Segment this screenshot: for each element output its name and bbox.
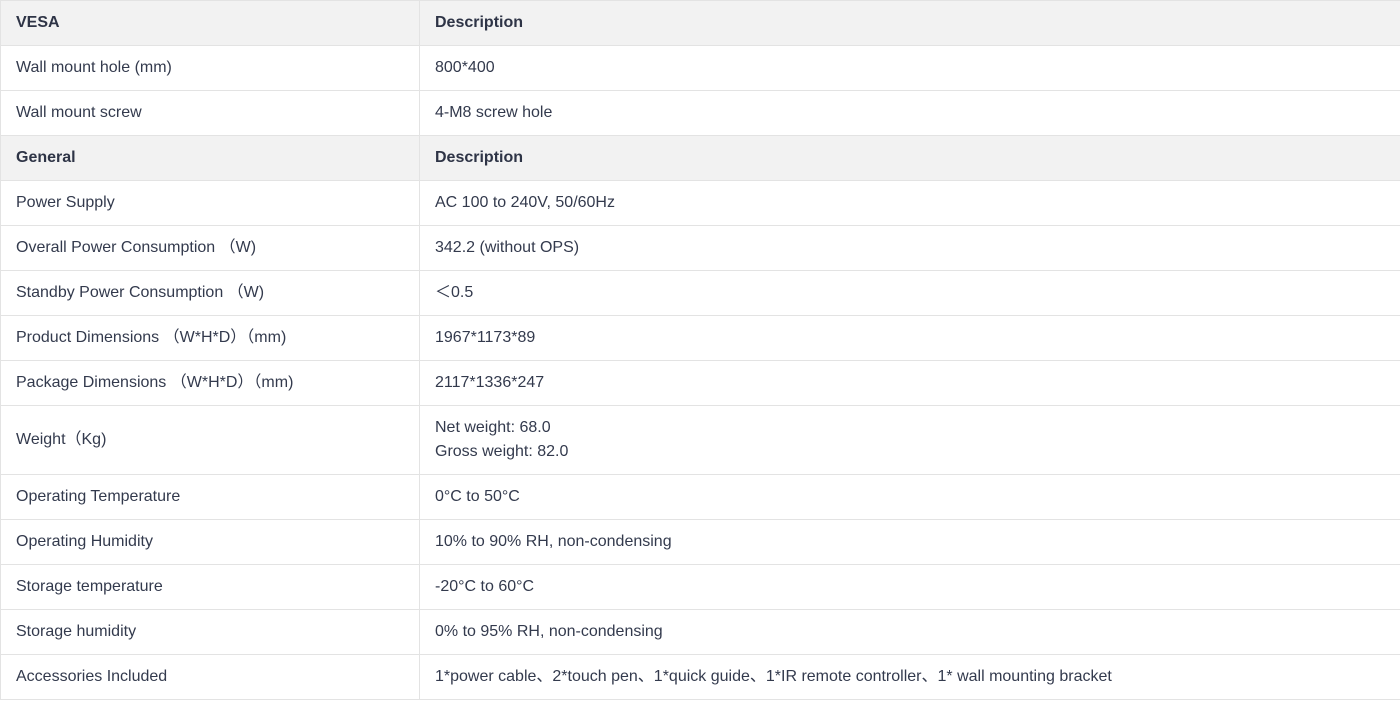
row-label: Operating Temperature — [0, 474, 420, 520]
table-row: Wall mount hole (mm) 800*400 — [0, 45, 1400, 91]
row-label: Power Supply — [0, 180, 420, 226]
row-value: 342.2 (without OPS) — [419, 225, 1400, 271]
row-label: Product Dimensions （W*H*D）（mm) — [0, 315, 420, 361]
row-label: Package Dimensions （W*H*D）（mm) — [0, 360, 420, 406]
section-header-general: General Description — [0, 135, 1400, 181]
row-label: Operating Humidity — [0, 519, 420, 565]
table-row: Accessories Included 1*power cable、2*tou… — [0, 654, 1400, 700]
row-label: Wall mount hole (mm) — [0, 45, 420, 91]
section-header-vesa: VESA Description — [0, 0, 1400, 46]
row-value: AC 100 to 240V, 50/60Hz — [419, 180, 1400, 226]
header-description: Description — [419, 0, 1400, 46]
row-label: Weight（Kg) — [0, 405, 420, 475]
table-row: Weight（Kg) Net weight: 68.0 Gross weight… — [0, 405, 1400, 475]
row-value: 2117*1336*247 — [419, 360, 1400, 406]
row-label: Overall Power Consumption （W) — [0, 225, 420, 271]
row-value: 4-M8 screw hole — [419, 90, 1400, 136]
header-description: Description — [419, 135, 1400, 181]
row-label: Storage humidity — [0, 609, 420, 655]
spec-table: VESA Description Wall mount hole (mm) 80… — [0, 0, 1400, 700]
row-value: 1967*1173*89 — [419, 315, 1400, 361]
table-row: Operating Temperature 0°C to 50°C — [0, 474, 1400, 520]
row-value: 1*power cable、2*touch pen、1*quick guide、… — [419, 654, 1400, 700]
table-row: Overall Power Consumption （W) 342.2 (wit… — [0, 225, 1400, 271]
row-value: 0% to 95% RH, non-condensing — [419, 609, 1400, 655]
row-label: Storage temperature — [0, 564, 420, 610]
row-label: Accessories Included — [0, 654, 420, 700]
row-value: ＜0.5 — [419, 270, 1400, 316]
row-value: -20°C to 60°C — [419, 564, 1400, 610]
table-row: Storage temperature -20°C to 60°C — [0, 564, 1400, 610]
table-row: Wall mount screw 4-M8 screw hole — [0, 90, 1400, 136]
header-label: General — [0, 135, 420, 181]
row-value: Net weight: 68.0 Gross weight: 82.0 — [419, 405, 1400, 475]
row-label: Standby Power Consumption （W) — [0, 270, 420, 316]
row-value: 0°C to 50°C — [419, 474, 1400, 520]
table-row: Operating Humidity 10% to 90% RH, non-co… — [0, 519, 1400, 565]
table-row: Standby Power Consumption （W) ＜0.5 — [0, 270, 1400, 316]
header-label: VESA — [0, 0, 420, 46]
row-value: 800*400 — [419, 45, 1400, 91]
row-label: Wall mount screw — [0, 90, 420, 136]
table-row: Product Dimensions （W*H*D）（mm) 1967*1173… — [0, 315, 1400, 361]
table-row: Power Supply AC 100 to 240V, 50/60Hz — [0, 180, 1400, 226]
table-row: Storage humidity 0% to 95% RH, non-conde… — [0, 609, 1400, 655]
row-value: 10% to 90% RH, non-condensing — [419, 519, 1400, 565]
table-row: Package Dimensions （W*H*D）（mm) 2117*1336… — [0, 360, 1400, 406]
